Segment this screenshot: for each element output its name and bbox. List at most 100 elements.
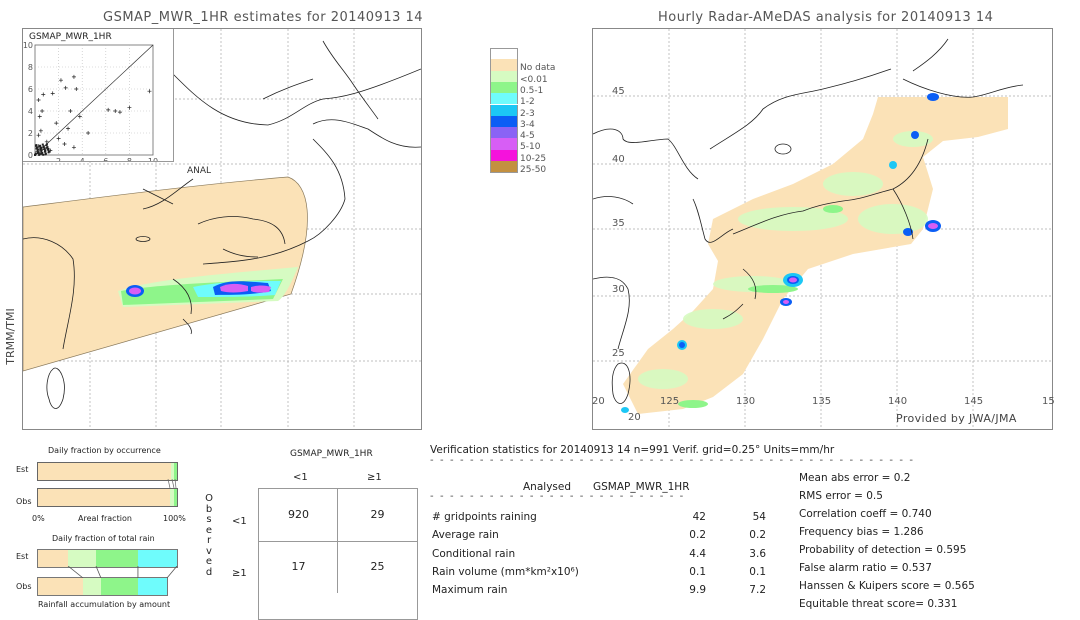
stat-gsmap-value: 0.2	[749, 529, 766, 542]
occurrence-est-segment	[38, 463, 172, 480]
inset-point	[41, 143, 44, 146]
legend-swatch	[490, 81, 518, 94]
total-rain-connectors	[67, 566, 178, 578]
legend-item: 4-5	[490, 127, 590, 141]
total-rain-est-segment	[137, 550, 177, 567]
total-rain-connector	[67, 566, 84, 578]
score-item: RMS error = 0.5	[799, 490, 883, 502]
inset-xlabel: ANAL	[187, 166, 212, 176]
lon-label: 140	[888, 396, 908, 407]
inset-point	[44, 152, 47, 155]
occurrence-obs-bar	[37, 488, 178, 507]
legend-item: 10-25	[490, 149, 590, 164]
observed-letter: e	[205, 556, 213, 567]
inset-point	[66, 126, 71, 131]
observed-letter: d	[205, 566, 213, 578]
legend-item: 25-50	[490, 161, 590, 175]
lat-label: 45	[612, 86, 625, 97]
lon-label: 135	[812, 396, 832, 407]
inset-point	[58, 78, 63, 83]
legend-label: 25-50	[520, 165, 547, 175]
lat-label: 30	[612, 284, 625, 295]
observed-letter: r	[206, 535, 212, 546]
lat-label: 25	[612, 348, 625, 359]
occurrence-obs-label: Obs	[16, 497, 32, 506]
inset-ytick: 2	[28, 129, 33, 138]
stat-analysed-value: 4.4	[689, 547, 706, 560]
legend-swatch	[490, 104, 518, 116]
inset-point	[71, 145, 76, 150]
inset-point	[71, 74, 76, 79]
color-legend: No data <0.01 0.5-1 1-2 2-3 3-4 4-5 5-10 10-25 25…	[490, 48, 590, 228]
inset-xtick: 6	[103, 157, 108, 161]
verification-divider: - - - - - - - - - - - - - - - - - - - - …	[430, 455, 915, 466]
inset-point	[37, 114, 42, 119]
score-item: Mean abs error = 0.2	[799, 472, 911, 484]
total-rain-connector	[166, 566, 178, 578]
score-item: Correlation coeff = 0.740	[799, 508, 932, 520]
legend-item	[490, 48, 590, 61]
occurrence-est-label: Est	[16, 465, 29, 474]
inset-point	[127, 105, 132, 110]
legend-swatch	[490, 93, 518, 105]
legend-item: 0.5-1	[490, 81, 590, 96]
inset-point	[62, 142, 67, 146]
contingency-header: GSMAP_MWR_1HR	[290, 449, 373, 459]
score-item: Frequency bias = 1.286	[799, 526, 924, 538]
legend-swatch	[490, 149, 518, 161]
inset-xtick: 2	[56, 157, 61, 161]
inset-point	[41, 92, 46, 97]
occurrence-connector	[167, 479, 177, 489]
left-rain-cell-west	[129, 287, 141, 295]
lat-label: 40	[612, 154, 625, 165]
total-rain-obs-segment	[137, 578, 167, 595]
lon-label: 130	[736, 396, 756, 407]
lat-label: 20	[628, 412, 641, 423]
inset-point	[117, 110, 122, 115]
inset-point	[147, 89, 152, 94]
stat-gsmap-value: 3.6	[749, 547, 766, 560]
inset-point	[42, 145, 45, 148]
contingency-row-ge1: ≥1	[232, 568, 247, 579]
inset-ytick: 10	[23, 41, 33, 50]
inset-point	[63, 85, 68, 90]
inset-point	[68, 109, 73, 113]
contingency-observed-label: Observed	[204, 493, 214, 578]
lon-label: 20	[592, 396, 605, 407]
inset-point	[35, 144, 38, 147]
total-rain-obs-segment	[38, 578, 84, 595]
observed-letter: O	[205, 493, 213, 504]
inset-ytick: 6	[28, 85, 33, 94]
data-credit: Provided by JWA/JMA	[896, 412, 1017, 425]
total-rain-est-segment	[95, 550, 138, 567]
occurrence-axis-left: 0%	[32, 514, 45, 523]
stat-label: Rain volume (mm*km²x10⁶)	[432, 565, 579, 578]
stat-analysed-value: 42	[692, 511, 706, 523]
right-rain-map	[592, 28, 1053, 430]
legend-swatch	[490, 59, 518, 71]
score-item: False alarm ratio = 0.537	[799, 562, 932, 574]
total-rain-obs-bar	[37, 577, 168, 596]
right-map-canvas	[593, 29, 1052, 429]
lat-label: 35	[612, 218, 625, 229]
inset-point	[35, 146, 38, 149]
legend-item: 2-3	[490, 104, 590, 119]
total-rain-connector	[95, 566, 102, 578]
stat-label: Maximum rain	[432, 584, 508, 597]
left-map-title: GSMAP_MWR_1HR estimates for 20140913 14	[103, 10, 424, 25]
occurrence-axis-right: 100%	[163, 514, 186, 523]
total-rain-est-segment	[68, 550, 96, 567]
inset-diagonal	[34, 44, 154, 156]
stat-gsmap-value: 0.1	[749, 565, 766, 578]
inset-ytick: 4	[28, 107, 33, 116]
inset-point	[113, 109, 118, 113]
stat-label: Conditional rain	[432, 547, 516, 560]
stat-analysed-value: 0.1	[689, 565, 706, 578]
stat-label: # gridpoints raining	[432, 511, 537, 523]
legend-swatch	[490, 138, 518, 150]
legend-item: <0.01	[490, 70, 590, 85]
lon-label: 125	[660, 396, 680, 407]
legend-item: 3-4	[490, 115, 590, 130]
right-map-title: Hourly Radar-AMeDAS analysis for 2014091…	[658, 10, 994, 25]
legend-swatch	[490, 70, 518, 82]
